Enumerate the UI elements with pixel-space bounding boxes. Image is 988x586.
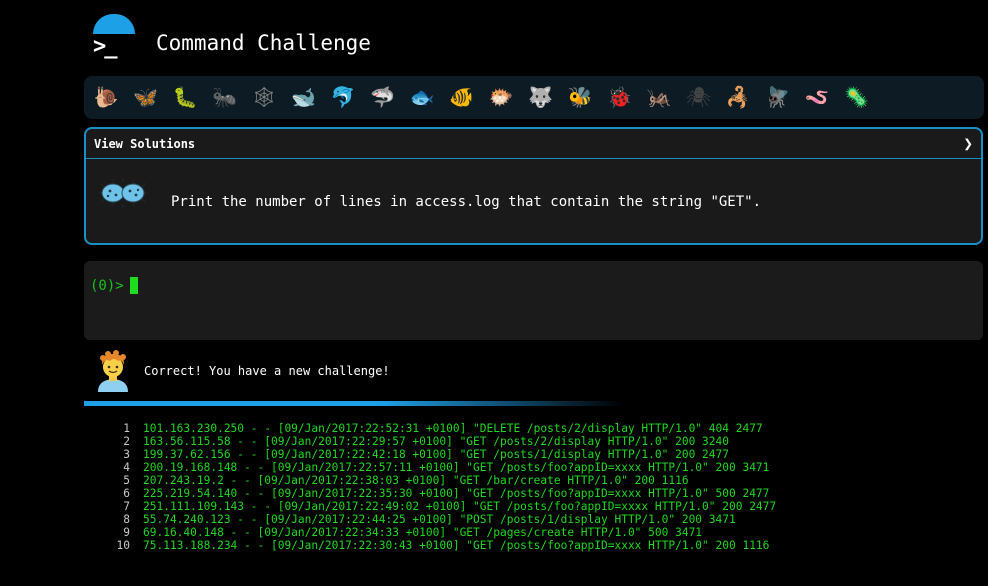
- line-number: 8: [123, 513, 130, 526]
- cricket-icon[interactable]: 🦗: [645, 84, 673, 110]
- line-number: 3: [123, 448, 130, 461]
- butterfly-icon[interactable]: 🦋: [132, 84, 160, 110]
- access-log-output: 1 101.163.230.250 - - [09/Jan/2017:22:52:…: [112, 422, 777, 552]
- wolf-icon[interactable]: 🐺: [527, 84, 555, 110]
- bee-icon[interactable]: 🐝: [566, 84, 594, 110]
- line-number: 5: [123, 474, 130, 487]
- blowfish-icon[interactable]: 🐡: [487, 84, 515, 110]
- log-text: 200.19.168.148 - - [09/Jan/2017:22:57:11…: [143, 461, 770, 474]
- logo-cap: [93, 14, 135, 34]
- log-text: 75.113.188.234 - - [09/Jan/2017:22:30:43…: [143, 539, 770, 552]
- log-line: 10 75.113.188.234 - - [09/Jan/2017:22:30:…: [112, 539, 776, 552]
- log-line: 3 199.37.62.156 - - [09/Jan/2017:22:42:18…: [112, 448, 776, 461]
- feedback-divider: [84, 401, 624, 406]
- challenge-card: View Solutions ❯ Print the number of lin…: [84, 127, 983, 245]
- ant-icon[interactable]: 🐜: [211, 84, 239, 110]
- log-line: 4 200.19.168.148 - - [09/Jan/2017:22:57:1…: [112, 461, 776, 474]
- challenge-progress-bar: 🐌 🦋 🐛 🐜 🕸 🐋 🐬 🦈 🐟 🐠 🐡 🐺 🐝 🐞 🦗 🕷 🦂 🪰 🪱 🦠: [84, 76, 984, 119]
- fish-icon[interactable]: 🐟: [408, 84, 436, 110]
- log-text: 69.16.40.148 - - [09/Jan/2017:22:34:33 +…: [143, 526, 703, 539]
- log-line: 5 207.243.19.2 - - [09/Jan/2017:22:38:03 …: [112, 474, 776, 487]
- log-text: 55.74.240.123 - - [09/Jan/2017:22:44:25 …: [143, 513, 736, 526]
- challenge-task-text: Print the number of lines in access.log …: [171, 194, 762, 210]
- dolphin-icon[interactable]: 🐬: [329, 84, 357, 110]
- whale-icon[interactable]: 🐋: [290, 84, 318, 110]
- microbe-icon: [98, 178, 148, 208]
- line-number: 10: [116, 539, 130, 552]
- log-line: 7 251.111.109.143 - - [09/Jan/2017:22:49:…: [112, 500, 776, 513]
- prompt-glyph: >_: [93, 34, 117, 59]
- log-text: 251.111.109.143 - - [09/Jan/2017:22:49:0…: [143, 500, 777, 513]
- line-number: 7: [123, 500, 130, 513]
- log-text: 163.56.115.58 - - [09/Jan/2017:22:29:57 …: [143, 435, 729, 448]
- log-line: 9 69.16.40.148 - - [09/Jan/2017:22:34:33 …: [112, 526, 776, 539]
- log-text: 199.37.62.156 - - [09/Jan/2017:22:42:18 …: [143, 448, 729, 461]
- app-title: Command Challenge: [156, 31, 371, 55]
- worm-icon[interactable]: 🪱: [803, 84, 831, 110]
- person-avatar-icon: [98, 350, 128, 392]
- line-number: 2: [123, 435, 130, 448]
- view-solutions-toggle[interactable]: View Solutions ❯: [86, 129, 981, 159]
- log-line: 1 101.163.230.250 - - [09/Jan/2017:22:52:…: [112, 422, 776, 435]
- snail-icon[interactable]: 🐌: [92, 84, 120, 110]
- caterpillar-icon[interactable]: 🐛: [171, 84, 199, 110]
- log-text: 225.219.54.140 - - [09/Jan/2017:22:35:30…: [143, 487, 770, 500]
- spider-web-icon[interactable]: 🕸: [250, 84, 278, 110]
- line-number: 4: [123, 461, 130, 474]
- terminal-cursor: [130, 277, 138, 294]
- line-number: 9: [123, 526, 130, 539]
- log-line: 8 55.74.240.123 - - [09/Jan/2017:22:44:25…: [112, 513, 776, 526]
- microbe-icon[interactable]: 🦠: [843, 84, 871, 110]
- spider-icon[interactable]: 🕷: [685, 84, 713, 110]
- feedback-row: Correct! You have a new challenge!: [96, 350, 696, 394]
- chevron-right-icon[interactable]: ❯: [963, 134, 973, 153]
- tropical-fish-icon[interactable]: 🐠: [448, 84, 476, 110]
- view-solutions-label: View Solutions: [94, 136, 196, 151]
- terminal-logo-icon[interactable]: >_: [90, 14, 138, 64]
- ladybug-icon[interactable]: 🐞: [606, 84, 634, 110]
- terminal-input-area[interactable]: (0)>: [84, 261, 983, 340]
- feedback-message: Correct! You have a new challenge!: [144, 364, 390, 378]
- log-text: 101.163.230.250 - - [09/Jan/2017:22:52:3…: [143, 422, 763, 435]
- log-line: 2 163.56.115.58 - - [09/Jan/2017:22:29:57…: [112, 435, 776, 448]
- terminal-prompt: (0)>: [90, 278, 124, 294]
- log-line: 6 225.219.54.140 - - [09/Jan/2017:22:35:3…: [112, 487, 776, 500]
- line-number: 6: [123, 487, 130, 500]
- log-text: 207.243.19.2 - - [09/Jan/2017:22:38:03 +…: [143, 474, 689, 487]
- fly-icon[interactable]: 🪰: [764, 84, 792, 110]
- scorpion-icon[interactable]: 🦂: [724, 84, 752, 110]
- shark-icon[interactable]: 🦈: [369, 84, 397, 110]
- line-number: 1: [123, 422, 130, 435]
